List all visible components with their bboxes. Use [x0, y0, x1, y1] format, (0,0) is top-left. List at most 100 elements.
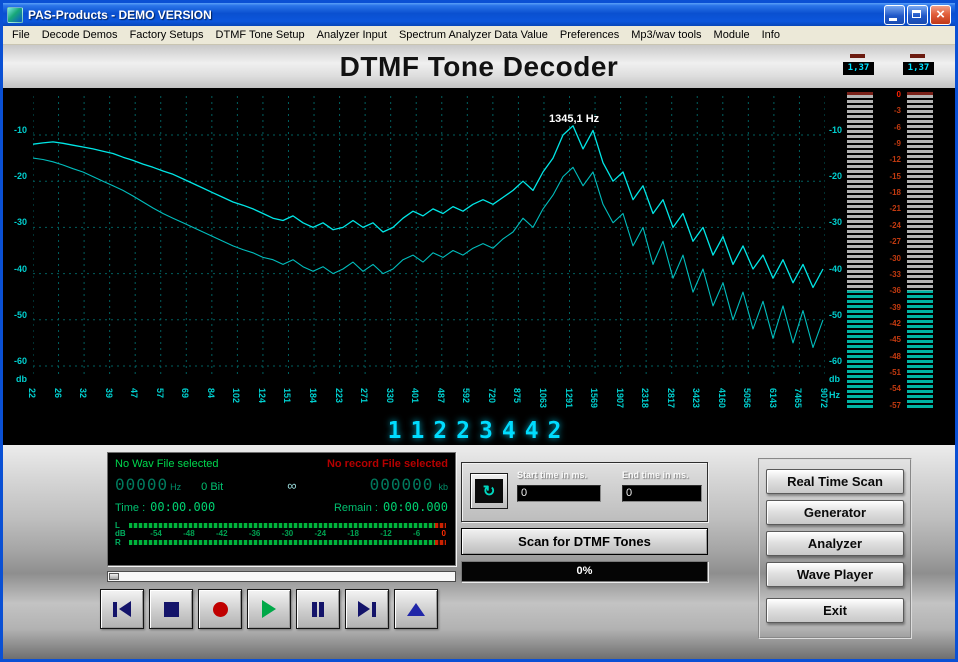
x-axis-tick: 151	[282, 388, 292, 403]
x-axis-tick: 22	[27, 388, 37, 398]
level-meters: 0-3-6-9-12-15-18-21-24-27-30-33-36-39-42…	[845, 88, 955, 418]
meter-scale-tick: -18	[889, 188, 901, 197]
menu-item-dtmf-tone-setup[interactable]: DTMF Tone Setup	[210, 27, 311, 43]
close-button[interactable]	[930, 5, 951, 25]
menu-item-decode-demos[interactable]: Decode Demos	[36, 27, 124, 43]
nav-exit-button[interactable]: Exit	[766, 598, 904, 623]
time-value: 00:00.000	[150, 500, 215, 514]
nav-real-time-scan-button[interactable]: Real Time Scan	[766, 469, 904, 494]
level-meter-right	[907, 92, 933, 410]
decoded-digits: 11223442	[388, 418, 571, 444]
nav-analyzer-button[interactable]: Analyzer	[766, 531, 904, 556]
app-icon	[7, 7, 23, 23]
play-button[interactable]	[247, 589, 291, 629]
x-axis-tick: 57	[155, 388, 165, 398]
meter-scale-tick: -3	[894, 106, 901, 115]
lcd-scale-tick: -12	[380, 529, 392, 538]
decoded-digits-display: 11223442	[3, 418, 955, 445]
x-axis-tick: 271	[359, 388, 369, 403]
meter-scale-tick: -51	[889, 368, 901, 377]
skip-start-icon	[113, 601, 131, 617]
menu-item-info[interactable]: Info	[756, 27, 786, 43]
y-axis-tick: -20	[829, 171, 842, 181]
menu-item-module[interactable]: Module	[708, 27, 756, 43]
y-axis-tick: -50	[14, 310, 27, 320]
eject-icon	[407, 603, 425, 616]
x-axis-tick: 401	[410, 388, 420, 403]
title-bar: PAS-Products - DEMO VERSION	[3, 3, 955, 26]
skip-end-button[interactable]	[345, 589, 389, 629]
x-axis-tick: 184	[308, 388, 318, 403]
x-axis-tick: 592	[461, 388, 471, 403]
spectrum-trace-channel-2	[33, 158, 823, 347]
meter-scale-tick: -12	[889, 155, 901, 164]
header: DTMF Tone Decoder 1,37 1,37	[3, 45, 955, 88]
menu-item-analyzer-input[interactable]: Analyzer Input	[311, 27, 393, 43]
x-axis-tick: 102	[231, 388, 241, 403]
peak-hold-tick-left	[850, 54, 865, 58]
menu-item-factory-setups[interactable]: Factory Setups	[124, 27, 210, 43]
x-axis-tick: 330	[385, 388, 395, 403]
pause-button[interactable]	[296, 589, 340, 629]
peak-hold-tick-right	[910, 54, 925, 58]
end-time-label: End time in ms.	[622, 470, 702, 480]
meter-scale-tick: 0	[897, 90, 901, 99]
loop-button[interactable]: ↻	[470, 473, 508, 509]
start-time-input[interactable]	[517, 485, 601, 502]
y-axis-tick: -30	[829, 217, 842, 227]
menu-item-mp3-wav-tools[interactable]: Mp3/wav tools	[625, 27, 707, 43]
file-size-value: 000000	[370, 475, 434, 494]
x-axis-tick: 1569	[589, 388, 599, 408]
y-axis-tick: -10	[14, 125, 27, 135]
peak-frequency-annotation: 1345,1 Hz	[549, 113, 600, 125]
skip-end-icon	[358, 601, 376, 617]
y-axis-unit: db	[829, 374, 840, 384]
eject-button[interactable]	[394, 589, 438, 629]
nav-wave-player-button[interactable]: Wave Player	[766, 562, 904, 587]
level-meter-left	[847, 92, 873, 410]
meter-scale-tick: -48	[889, 352, 901, 361]
sample-rate-unit: Hz	[170, 482, 181, 492]
bit-depth: 0 Bit	[201, 481, 223, 493]
lcd-scale-tick: -48	[183, 529, 195, 538]
x-axis-tick: 720	[487, 388, 497, 403]
record-button[interactable]	[198, 589, 242, 629]
end-time-input[interactable]	[622, 485, 702, 502]
scan-time-group: ↻ Start time in ms. End time in ms.	[461, 462, 708, 522]
remain-value: 00:00.000	[383, 500, 448, 514]
x-axis-tick: 487	[436, 388, 446, 403]
minimize-button[interactable]	[884, 5, 905, 25]
lcd-scale-tick: -24	[315, 529, 327, 538]
y-axis-tick: -40	[829, 264, 842, 274]
stop-icon	[164, 602, 179, 617]
peak-readout-left: 1,37	[843, 62, 874, 75]
stop-button[interactable]	[149, 589, 193, 629]
window-controls	[884, 5, 951, 25]
nav-generator-button[interactable]: Generator	[766, 500, 904, 525]
menu-item-file[interactable]: File	[6, 27, 36, 43]
file-size-unit: kb	[438, 482, 448, 492]
x-axis-tick: 1063	[538, 388, 548, 408]
window-title: PAS-Products - DEMO VERSION	[28, 8, 884, 22]
x-axis-tick: 2318	[640, 388, 650, 408]
position-slider[interactable]	[107, 571, 456, 582]
spectrum-plot: 1345,1 Hz	[33, 92, 825, 380]
position-slider-handle[interactable]	[109, 573, 119, 580]
scan-dtmf-button[interactable]: Scan for DTMF Tones	[461, 528, 708, 555]
x-axis-tick: 26	[53, 388, 63, 398]
lcd-scale-tick: -6	[413, 529, 420, 538]
skip-start-button[interactable]	[100, 589, 144, 629]
meter-scale-tick: -39	[889, 303, 901, 312]
y-axis-left: -10-20-30-40-50-60db	[3, 88, 29, 418]
record-status: No record File selected	[327, 458, 448, 470]
maximize-button[interactable]	[907, 5, 928, 25]
x-axis-tick: 875	[512, 388, 522, 403]
meter-scale-tick: -45	[889, 335, 901, 344]
menu-item-preferences[interactable]: Preferences	[554, 27, 625, 43]
lcd-scale-tick: -54	[150, 529, 162, 538]
meter-scale-tick: -33	[889, 270, 901, 279]
control-panel: No Wav File selected No record File sele…	[3, 445, 955, 659]
meter-scale-tick: -30	[889, 254, 901, 263]
right-channel-label: R	[115, 538, 129, 547]
menu-item-spectrum-analyzer-data-value[interactable]: Spectrum Analyzer Data Value	[393, 27, 554, 43]
